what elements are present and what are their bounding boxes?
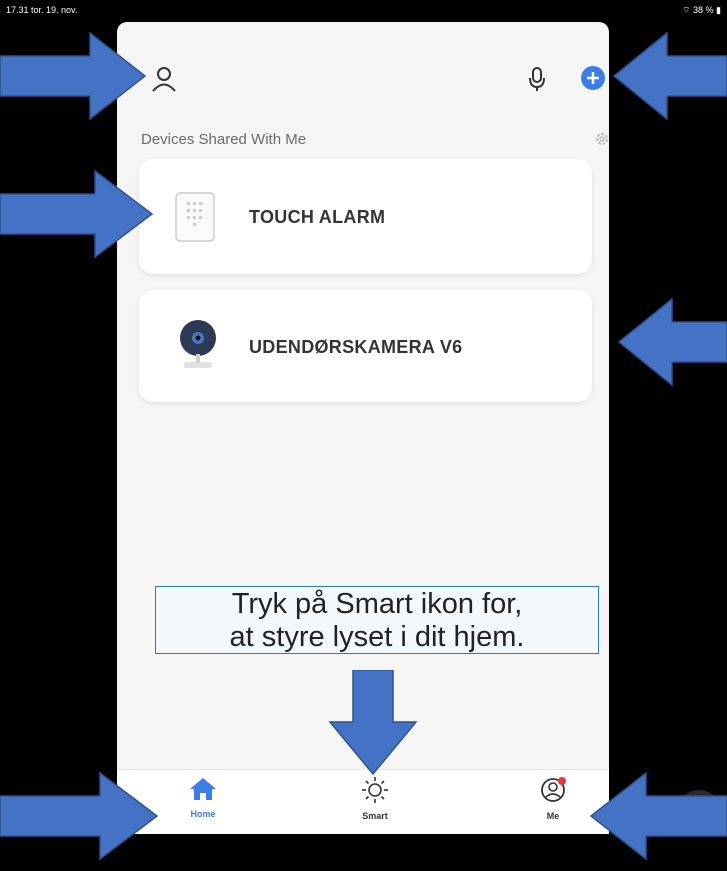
tab-smart[interactable]: Smart <box>335 776 415 821</box>
tab-bar: Home Smart Me <box>117 769 609 834</box>
alarm-keypad-icon <box>175 192 215 242</box>
battery-icon: ▮ <box>716 5 721 15</box>
microphone-icon[interactable] <box>527 66 547 92</box>
device-name: TOUCH ALARM <box>249 207 386 227</box>
status-right: ⌔ 38 % ▮ <box>682 5 721 16</box>
instruction-callout: Tryk på Smart ikon for, at styre lyset i… <box>155 586 599 654</box>
profile-icon[interactable] <box>149 64 179 94</box>
device-card-camera[interactable]: UDENDØRSKAMERA V6 <box>139 290 592 402</box>
sun-icon <box>362 777 388 803</box>
arrow-right-icon <box>0 31 147 121</box>
battery-label: 38 % <box>693 5 714 15</box>
camera-icon <box>180 320 216 368</box>
device-name: UDENDØRSKAMERA V6 <box>249 337 463 357</box>
tab-smart-label: Smart <box>362 811 388 821</box>
tab-me[interactable]: Me <box>513 776 593 821</box>
arrow-right-icon <box>0 771 159 861</box>
settings-gear-icon[interactable] <box>593 130 609 148</box>
status-bar: 17.31 tor. 19. nov. ⌔ 38 % ▮ <box>0 0 727 22</box>
callout-line-1: Tryk på Smart ikon for, <box>231 588 523 620</box>
tab-home[interactable]: Home <box>163 776 243 819</box>
arrow-right-icon <box>0 169 154 259</box>
arrow-left-icon <box>589 771 727 861</box>
arrow-left-icon <box>617 297 727 387</box>
callout-line-2: at styre lyset i dit hjem. <box>229 621 525 653</box>
arrow-down-icon <box>328 670 418 776</box>
section-title: Devices Shared With Me <box>141 131 307 148</box>
device-card-touch-alarm[interactable]: TOUCH ALARM <box>139 159 592 274</box>
tab-me-label: Me <box>546 811 560 821</box>
status-time: 17.31 tor. 19. nov. <box>6 5 78 15</box>
wifi-icon: ⌔ <box>682 5 691 15</box>
arrow-left-icon <box>612 31 727 121</box>
me-icon <box>541 777 566 802</box>
home-icon <box>190 778 216 800</box>
tab-home-label: Home <box>190 809 216 819</box>
add-device-button[interactable] <box>580 65 606 91</box>
